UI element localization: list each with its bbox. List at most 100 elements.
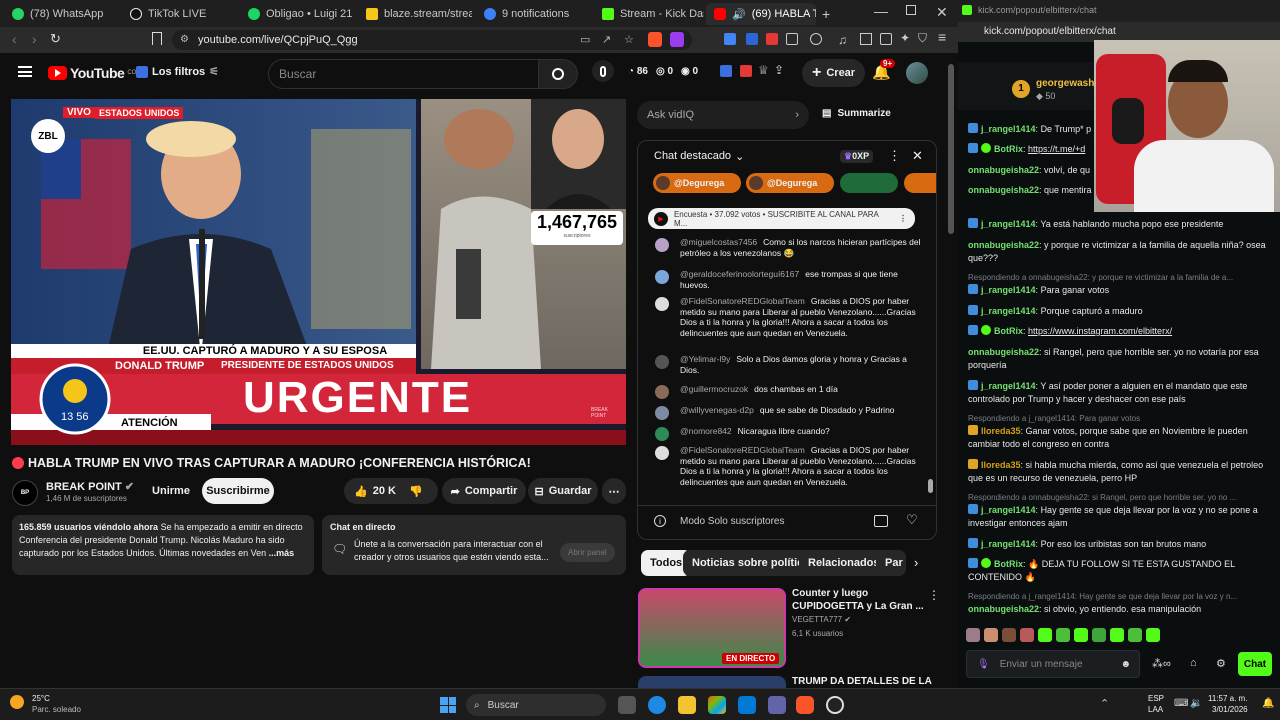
emote-icon[interactable]: [1002, 628, 1016, 642]
teams-icon[interactable]: [768, 696, 786, 714]
filters-button[interactable]: Los filtros ⚟: [136, 65, 219, 78]
emote-icon[interactable]: [1146, 628, 1160, 642]
channel-points-icon[interactable]: ⁂∞: [1152, 657, 1171, 670]
leo-ai-icon[interactable]: ✦: [900, 31, 910, 45]
brave-rewards-icon[interactable]: [670, 32, 684, 47]
tab-youtube-active[interactable]: 🔊(69) HABLA T✕: [706, 3, 816, 25]
reader-icon[interactable]: [860, 33, 872, 45]
extension-icon[interactable]: [786, 33, 798, 45]
send-arrow-icon[interactable]: ›: [795, 109, 799, 121]
url-field[interactable]: ⚙ youtube.com/live/QCpjPuQ_Qgg ▭ ↗ ☆: [172, 30, 692, 50]
site-info-icon[interactable]: ⚙: [180, 34, 189, 45]
pinned-superchat-partial[interactable]: [904, 173, 936, 193]
new-tab-icon[interactable]: +: [822, 6, 830, 22]
pinned-superchat-emoji[interactable]: [840, 173, 898, 193]
channel-avatar[interactable]: BP: [12, 480, 38, 506]
translate-extension-icon[interactable]: [724, 33, 736, 45]
tab-kick-dashboard[interactable]: Stream - Kick Dashboa: [594, 3, 704, 25]
vidiq-icon[interactable]: [720, 65, 732, 77]
scrollbar-thumb[interactable]: [928, 479, 933, 493]
extension-red-icon[interactable]: [740, 65, 752, 77]
voice-search-button[interactable]: [592, 60, 614, 82]
microsoft-store-icon[interactable]: [708, 696, 726, 714]
youtube-logo[interactable]: YouTube CO: [48, 65, 136, 81]
emote-icon[interactable]: [1074, 628, 1088, 642]
reload-icon[interactable]: ↻: [50, 31, 61, 47]
tray-overflow-icon[interactable]: ⌃: [1100, 697, 1109, 710]
chip-more[interactable]: Par: [876, 550, 906, 576]
close-window-icon[interactable]: ✕: [936, 4, 948, 21]
vpn-icon[interactable]: ⛉: [918, 31, 927, 46]
mic-icon[interactable]: 🎙: [977, 659, 990, 670]
mail-icon[interactable]: [738, 696, 756, 714]
recommendation-title[interactable]: TRUMP DA DETALLES DE LA: [792, 676, 932, 687]
store-icon[interactable]: ⌂: [1190, 657, 1197, 669]
chips-next-icon[interactable]: ›: [914, 555, 918, 570]
heart-icon[interactable]: ♡: [906, 512, 918, 528]
xp-badge[interactable]: ♛0XP: [840, 150, 874, 163]
recommendation-title[interactable]: Counter y luego CUPIDOGETTA y La Gran ...: [792, 587, 924, 613]
forward-icon[interactable]: ›: [32, 31, 37, 47]
share-button[interactable]: ➦ Compartir: [442, 478, 526, 504]
tab-tiktok[interactable]: TikTok LIVE: [122, 3, 236, 25]
minimize-icon[interactable]: —: [874, 3, 888, 19]
poll-banner[interactable]: ▶ Encuesta • 37.092 votos • SUSCRIBITE AL…: [648, 208, 915, 229]
info-icon[interactable]: i: [654, 515, 666, 527]
star-icon[interactable]: ☆: [624, 33, 634, 46]
scrollbar-thumb[interactable]: [948, 64, 954, 234]
create-button[interactable]: + Crear: [802, 59, 866, 87]
rocket-icon[interactable]: ⇪: [774, 63, 784, 77]
more-actions-button[interactable]: ⋯: [602, 478, 626, 504]
bookmark-icon[interactable]: [152, 32, 162, 45]
cast-icon[interactable]: ▭: [580, 33, 590, 46]
trophy-icon[interactable]: ♕: [758, 63, 769, 77]
like-icon[interactable]: 👍: [354, 485, 368, 498]
sidebar-icon[interactable]: [880, 33, 892, 45]
show-more-link[interactable]: ...más: [269, 548, 295, 558]
notification-center-icon[interactable]: 🔔: [1262, 698, 1274, 709]
back-icon[interactable]: ‹: [12, 31, 17, 47]
video-player[interactable]: VIVO ESTADOS UNIDOS ZBL 1,467,765 suscri…: [11, 99, 626, 445]
emote-icon[interactable]: [966, 628, 980, 642]
open-panel-button[interactable]: Abrir panel: [560, 543, 615, 562]
task-view-icon[interactable]: [618, 696, 636, 714]
settings-gear-icon[interactable]: ⚙: [1216, 657, 1226, 670]
brave-browser-icon[interactable]: [796, 696, 814, 714]
description-box[interactable]: 165.859 usuarios viéndolo ahora Se ha em…: [12, 515, 314, 575]
avatar[interactable]: [906, 62, 928, 84]
emoji-picker-icon[interactable]: ☻: [1120, 659, 1131, 670]
channel-name[interactable]: BREAK POINT ✔: [46, 480, 134, 493]
tab-notifications[interactable]: 9 notifications: [476, 3, 590, 25]
pinned-superchat[interactable]: @Degurega: [653, 173, 741, 193]
join-button[interactable]: Unirme: [146, 478, 196, 504]
subscribe-button[interactable]: Suscribirme: [202, 478, 274, 504]
share-icon[interactable]: ↗: [602, 33, 611, 46]
taskbar-search-box[interactable]: ⌕ Buscar: [466, 694, 606, 716]
tab-blaze[interactable]: blaze.stream/stream-se: [358, 3, 472, 25]
emote-icon[interactable]: [1110, 628, 1124, 642]
recommendation-thumbnail[interactable]: EN DIRECTO: [638, 588, 786, 668]
recommendation-options-icon[interactable]: ⋮: [928, 588, 940, 602]
extension-blue-icon[interactable]: [746, 33, 758, 45]
search-input[interactable]: Buscar: [268, 59, 538, 89]
recommendation-channel[interactable]: VEGETTA777 ✔: [792, 615, 851, 624]
emote-icon[interactable]: [1128, 628, 1142, 642]
page-scrollbar[interactable]: [948, 60, 954, 688]
maximize-icon[interactable]: [906, 5, 916, 15]
tab-whatsapp[interactable]: (78) WhatsApp: [4, 3, 118, 25]
extension-red-icon[interactable]: [766, 33, 778, 45]
edge-icon[interactable]: [648, 696, 666, 714]
hamburger-menu-icon[interactable]: [18, 66, 32, 77]
close-chat-icon[interactable]: ✕: [912, 148, 923, 164]
kick-message-input[interactable]: 🎙 Enviar un mensaje ☻: [966, 650, 1140, 678]
start-windows-icon[interactable]: [440, 697, 456, 713]
emote-icon[interactable]: [1038, 628, 1052, 642]
extension-circle-icon[interactable]: [810, 33, 822, 45]
ask-vidiq-input[interactable]: Ask vidIQ ›: [637, 101, 809, 129]
file-explorer-icon[interactable]: [678, 696, 696, 714]
like-count[interactable]: 20 K: [373, 485, 396, 497]
chat-options-icon[interactable]: ⋮: [888, 148, 901, 164]
pinned-superchat[interactable]: @Degurega: [746, 173, 834, 193]
dislike-icon[interactable]: 👎: [409, 485, 423, 498]
summarize-button[interactable]: ▤ Summarize: [822, 108, 891, 119]
